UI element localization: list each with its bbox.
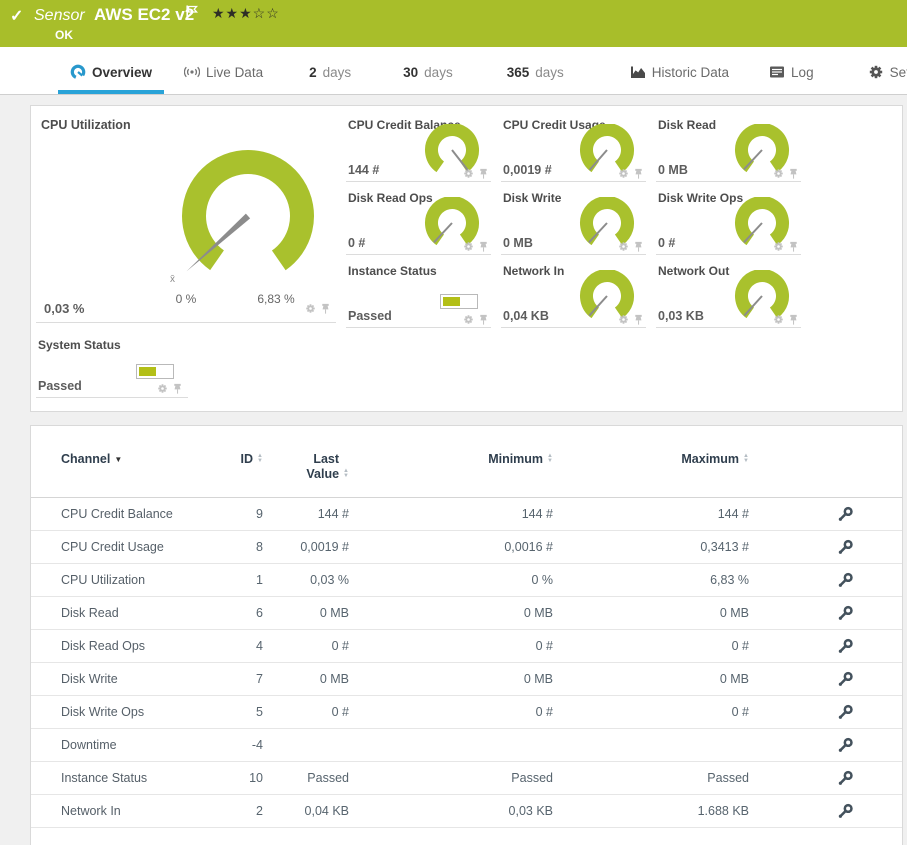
- gear-icon[interactable]: [305, 303, 316, 314]
- caret-down-icon: ▼: [114, 455, 123, 464]
- tab-live-data[interactable]: Live Data: [182, 64, 265, 94]
- gauge-tile-instance-status: Instance Status Passed: [346, 262, 491, 328]
- gear-icon[interactable]: [463, 168, 474, 179]
- wrench-icon[interactable]: [837, 638, 854, 655]
- status-check-icon: ✓: [10, 8, 24, 25]
- pin-icon[interactable]: [788, 241, 799, 252]
- gauge-tile-disk-read: Disk Read 0 MB: [656, 116, 801, 182]
- status-fill: [443, 297, 460, 306]
- gear-icon[interactable]: [618, 168, 629, 179]
- gear-icon: [868, 64, 884, 80]
- gauge-max-label: 6,83 %: [257, 292, 295, 306]
- table-row[interactable]: Disk Read Ops 4 0 # 0 # 0 #: [31, 630, 902, 663]
- gauge-min-label: 0 %: [175, 292, 197, 306]
- chart-icon: [630, 64, 646, 80]
- sensor-status-badge: OK: [55, 28, 73, 42]
- gauge-tile-network-out: Network Out 0,03 KB: [656, 262, 801, 328]
- status-fill: [139, 367, 156, 376]
- tab-2-days[interactable]: 2 days: [307, 65, 353, 94]
- flag-icon[interactable]: [186, 5, 198, 19]
- gauge-tile-system-status: System Status Passed: [36, 336, 188, 398]
- gauge-tile-cpu-credit-usage: CPU Credit Usage 0,0019 #: [501, 116, 646, 182]
- wrench-icon[interactable]: [837, 737, 854, 754]
- channel-table-panel: Channel ▼ ID ▲ ▼ Last Value ▲ ▼ Minimum ▲ ▼…: [30, 425, 903, 845]
- pin-icon[interactable]: [478, 314, 489, 325]
- wrench-icon[interactable]: [837, 770, 854, 787]
- gauge-tile-network-in: Network In 0,04 KB: [501, 262, 646, 328]
- pin-icon[interactable]: [788, 314, 799, 325]
- wrench-icon[interactable]: [837, 803, 854, 820]
- gauge-tile-cpu-utilization: CPU Utilization x̄ 0 % 6,83 % 0,03 %: [36, 114, 336, 323]
- pin-icon[interactable]: [788, 168, 799, 179]
- gauges-panel: CPU Utilization x̄ 0 % 6,83 % 0,03 % Sys…: [30, 105, 903, 412]
- gauge-tile-disk-read-ops: Disk Read Ops 0 #: [346, 189, 491, 255]
- pin-icon[interactable]: [633, 241, 644, 252]
- gauge-tile-disk-write-ops: Disk Write Ops 0 #: [656, 189, 801, 255]
- gauge-tile-disk-write: Disk Write 0 MB: [501, 189, 646, 255]
- table-row[interactable]: Disk Write Ops 5 0 # 0 # 0 #: [31, 696, 902, 729]
- tile-title: CPU Utilization: [41, 118, 131, 132]
- table-row[interactable]: Downtime -4: [31, 729, 902, 762]
- tab-settings[interactable]: Settings: [866, 64, 907, 94]
- gauge-icon: [70, 64, 86, 80]
- pin-icon[interactable]: [633, 314, 644, 325]
- tab-365-days[interactable]: 365 days: [505, 65, 566, 94]
- sort-icon: ▲ ▼: [343, 468, 349, 479]
- wrench-icon[interactable]: [837, 605, 854, 622]
- pin-icon[interactable]: [633, 168, 644, 179]
- wrench-icon[interactable]: [837, 671, 854, 688]
- column-header-channel[interactable]: Channel ▼: [61, 452, 221, 466]
- cpu-utilization-gauge: [182, 150, 314, 282]
- tab-30-days[interactable]: 30 days: [401, 65, 455, 94]
- table-row[interactable]: Disk Write 7 0 MB 0 MB 0 MB: [31, 663, 902, 696]
- gauge-tile-cpu-credit-balance: CPU Credit Balance 144 #: [346, 116, 491, 182]
- gear-icon[interactable]: [618, 241, 629, 252]
- column-header-minimum[interactable]: Minimum ▲ ▼: [349, 452, 553, 466]
- tab-bar: Overview Live Data 2 days 30 days 365 da…: [0, 47, 907, 95]
- wrench-icon[interactable]: [837, 506, 854, 523]
- table-row[interactable]: Network In 2 0,04 KB 0,03 KB 1.688 KB: [31, 795, 902, 828]
- broadcast-icon: [184, 64, 200, 80]
- tab-log[interactable]: Log: [767, 64, 816, 94]
- pin-icon[interactable]: [320, 303, 331, 314]
- tile-title: System Status: [38, 338, 121, 352]
- average-marker: x̄: [170, 274, 175, 285]
- gear-icon[interactable]: [773, 168, 784, 179]
- tab-historic-data[interactable]: Historic Data: [628, 64, 731, 94]
- gear-icon[interactable]: [463, 314, 474, 325]
- sensor-title: AWS EC2 v2: [94, 5, 195, 24]
- wrench-icon[interactable]: [837, 704, 854, 721]
- wrench-icon[interactable]: [837, 539, 854, 556]
- column-header-last-value[interactable]: Last Value ▲ ▼: [263, 452, 349, 482]
- log-icon: [769, 64, 785, 80]
- status-indicator: [136, 364, 174, 379]
- star-rating[interactable]: ★★★☆☆: [212, 5, 280, 22]
- table-row[interactable]: CPU Utilization 1 0,03 % 0 % 6,83 %: [31, 564, 902, 597]
- tab-overview[interactable]: Overview: [57, 64, 165, 94]
- pin-icon[interactable]: [478, 168, 489, 179]
- sort-icon: ▲ ▼: [743, 453, 749, 464]
- table-row[interactable]: CPU Credit Usage 8 0,0019 # 0,0016 # 0,3…: [31, 531, 902, 564]
- table-header-row: Channel ▼ ID ▲ ▼ Last Value ▲ ▼ Minimum ▲ ▼…: [31, 426, 902, 498]
- wrench-icon[interactable]: [837, 572, 854, 589]
- sensor-header: ✓ Sensor AWS EC2 v2 ★★★☆☆ OK: [0, 0, 907, 47]
- table-row[interactable]: CPU Credit Balance 9 144 # 144 # 144 #: [31, 498, 902, 531]
- status-indicator: [440, 294, 478, 309]
- gear-icon[interactable]: [773, 241, 784, 252]
- column-header-maximum[interactable]: Maximum ▲ ▼: [553, 452, 749, 466]
- gear-icon[interactable]: [463, 241, 474, 252]
- pin-icon[interactable]: [478, 241, 489, 252]
- channel-value: 0,03 %: [44, 301, 85, 316]
- channel-value: Passed: [38, 379, 82, 393]
- gear-icon[interactable]: [157, 383, 168, 394]
- column-header-id[interactable]: ID ▲ ▼: [221, 452, 263, 466]
- gear-icon[interactable]: [618, 314, 629, 325]
- object-kind-label: Sensor: [34, 7, 85, 24]
- gear-icon[interactable]: [773, 314, 784, 325]
- table-row[interactable]: Disk Read 6 0 MB 0 MB 0 MB: [31, 597, 902, 630]
- pin-icon[interactable]: [172, 383, 183, 394]
- table-row[interactable]: Instance Status 10 Passed Passed Passed: [31, 762, 902, 795]
